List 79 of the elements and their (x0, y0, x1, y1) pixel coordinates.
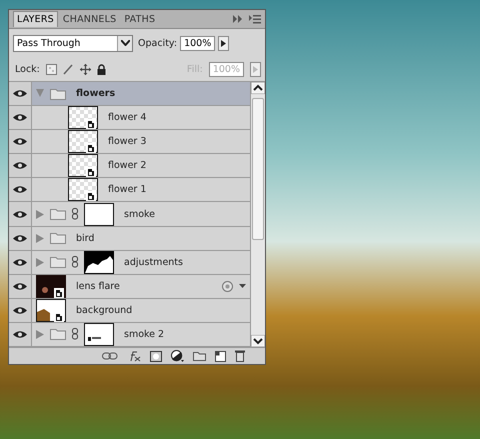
chevron-down-icon[interactable] (120, 40, 130, 46)
link-icon[interactable] (102, 352, 118, 360)
collapse-icon[interactable] (233, 15, 243, 23)
link-icon (72, 256, 78, 268)
eye-icon[interactable] (13, 234, 27, 243)
eye-icon[interactable] (13, 185, 27, 194)
layer-row[interactable]: smoke (9, 202, 250, 227)
layer-row[interactable]: flower 3 (9, 130, 250, 154)
eye-icon[interactable] (13, 282, 27, 291)
link-icon (72, 328, 78, 340)
panel-tab[interactable]: PATHS (121, 12, 158, 26)
layer-name: bird (76, 232, 94, 244)
layer-thumbnail (68, 130, 98, 154)
fill-slider-button[interactable] (250, 62, 261, 76)
layer-name: flower 1 (108, 184, 146, 196)
layer-row[interactable]: flowers (9, 82, 250, 106)
mask-thumbnail (84, 322, 114, 346)
blend-mode-dropdown[interactable]: Pass Through (13, 34, 133, 52)
adjustment-icon[interactable] (171, 350, 184, 362)
eye-icon[interactable] (13, 330, 27, 339)
layer-name: lens flare (76, 280, 120, 292)
layer-thumbnail (68, 154, 98, 178)
layer-name: flower 3 (108, 136, 146, 148)
eye-icon[interactable] (13, 137, 27, 146)
layer-name: flower 2 (108, 160, 146, 172)
lock-label: Lock: (15, 64, 40, 74)
panel-tab[interactable]: LAYERS (13, 11, 58, 27)
layer-name: smoke 2 (124, 328, 164, 340)
scrollbar[interactable] (250, 82, 265, 347)
layer-row[interactable]: flower 4 (9, 106, 250, 130)
slider-toggle-button[interactable] (218, 36, 230, 50)
trash-icon[interactable] (235, 350, 245, 362)
panel-tab[interactable]: CHANNELS (60, 12, 120, 26)
folder-icon (50, 256, 66, 268)
link-icon (72, 208, 78, 220)
opacity-label: Opacity: (138, 38, 178, 48)
lock-transparency-icon[interactable] (46, 64, 57, 74)
layer-name: flower 4 (108, 112, 146, 124)
eye-icon[interactable] (13, 210, 27, 219)
folder-icon (50, 208, 66, 220)
layer-row[interactable]: adjustments (9, 250, 250, 275)
play-arrow-icon[interactable] (221, 40, 226, 46)
eye-icon[interactable] (13, 161, 27, 170)
lock-icon[interactable] (96, 64, 106, 74)
layer-thumbnail (68, 106, 98, 130)
mask-thumbnail (84, 250, 114, 274)
effects-icon[interactable] (222, 280, 233, 292)
brush-icon[interactable] (62, 64, 74, 74)
scroll-up-icon[interactable] (251, 82, 265, 94)
folder-icon (50, 328, 66, 340)
layer-name: background (76, 304, 132, 316)
layer-thumbnail (36, 298, 66, 322)
layer-row[interactable]: smoke 2 (9, 322, 250, 348)
eye-icon[interactable] (13, 89, 27, 98)
eye-icon[interactable] (13, 113, 27, 122)
folder-icon (50, 88, 66, 100)
move-icon[interactable] (80, 64, 91, 74)
eye-icon[interactable] (13, 306, 27, 315)
menu-icon[interactable] (249, 14, 261, 24)
layer-thumbnail (36, 274, 66, 298)
new-layer-icon[interactable] (215, 350, 226, 362)
opacity-field[interactable]: 100% (180, 36, 216, 50)
layer-row[interactable]: flower 1 (9, 178, 250, 202)
layer-row[interactable]: bird (9, 226, 250, 251)
mask-icon[interactable] (150, 350, 162, 362)
folder-icon[interactable] (193, 351, 206, 361)
folder-icon (50, 232, 66, 244)
scroll-down-icon[interactable] (251, 335, 265, 347)
layer-row[interactable]: flower 2 (9, 154, 250, 178)
scroll-thumb[interactable] (252, 98, 264, 240)
caret-icon[interactable] (239, 284, 246, 288)
layer-thumbnail (68, 178, 98, 202)
layer-name: adjustments (124, 256, 183, 268)
layer-name: smoke (124, 208, 156, 220)
mask-thumbnail (84, 202, 114, 226)
layer-row[interactable]: lens flare (9, 274, 250, 299)
layer-row[interactable]: background (9, 298, 250, 323)
eye-icon[interactable] (13, 258, 27, 267)
layer-name: flowers (76, 88, 116, 100)
